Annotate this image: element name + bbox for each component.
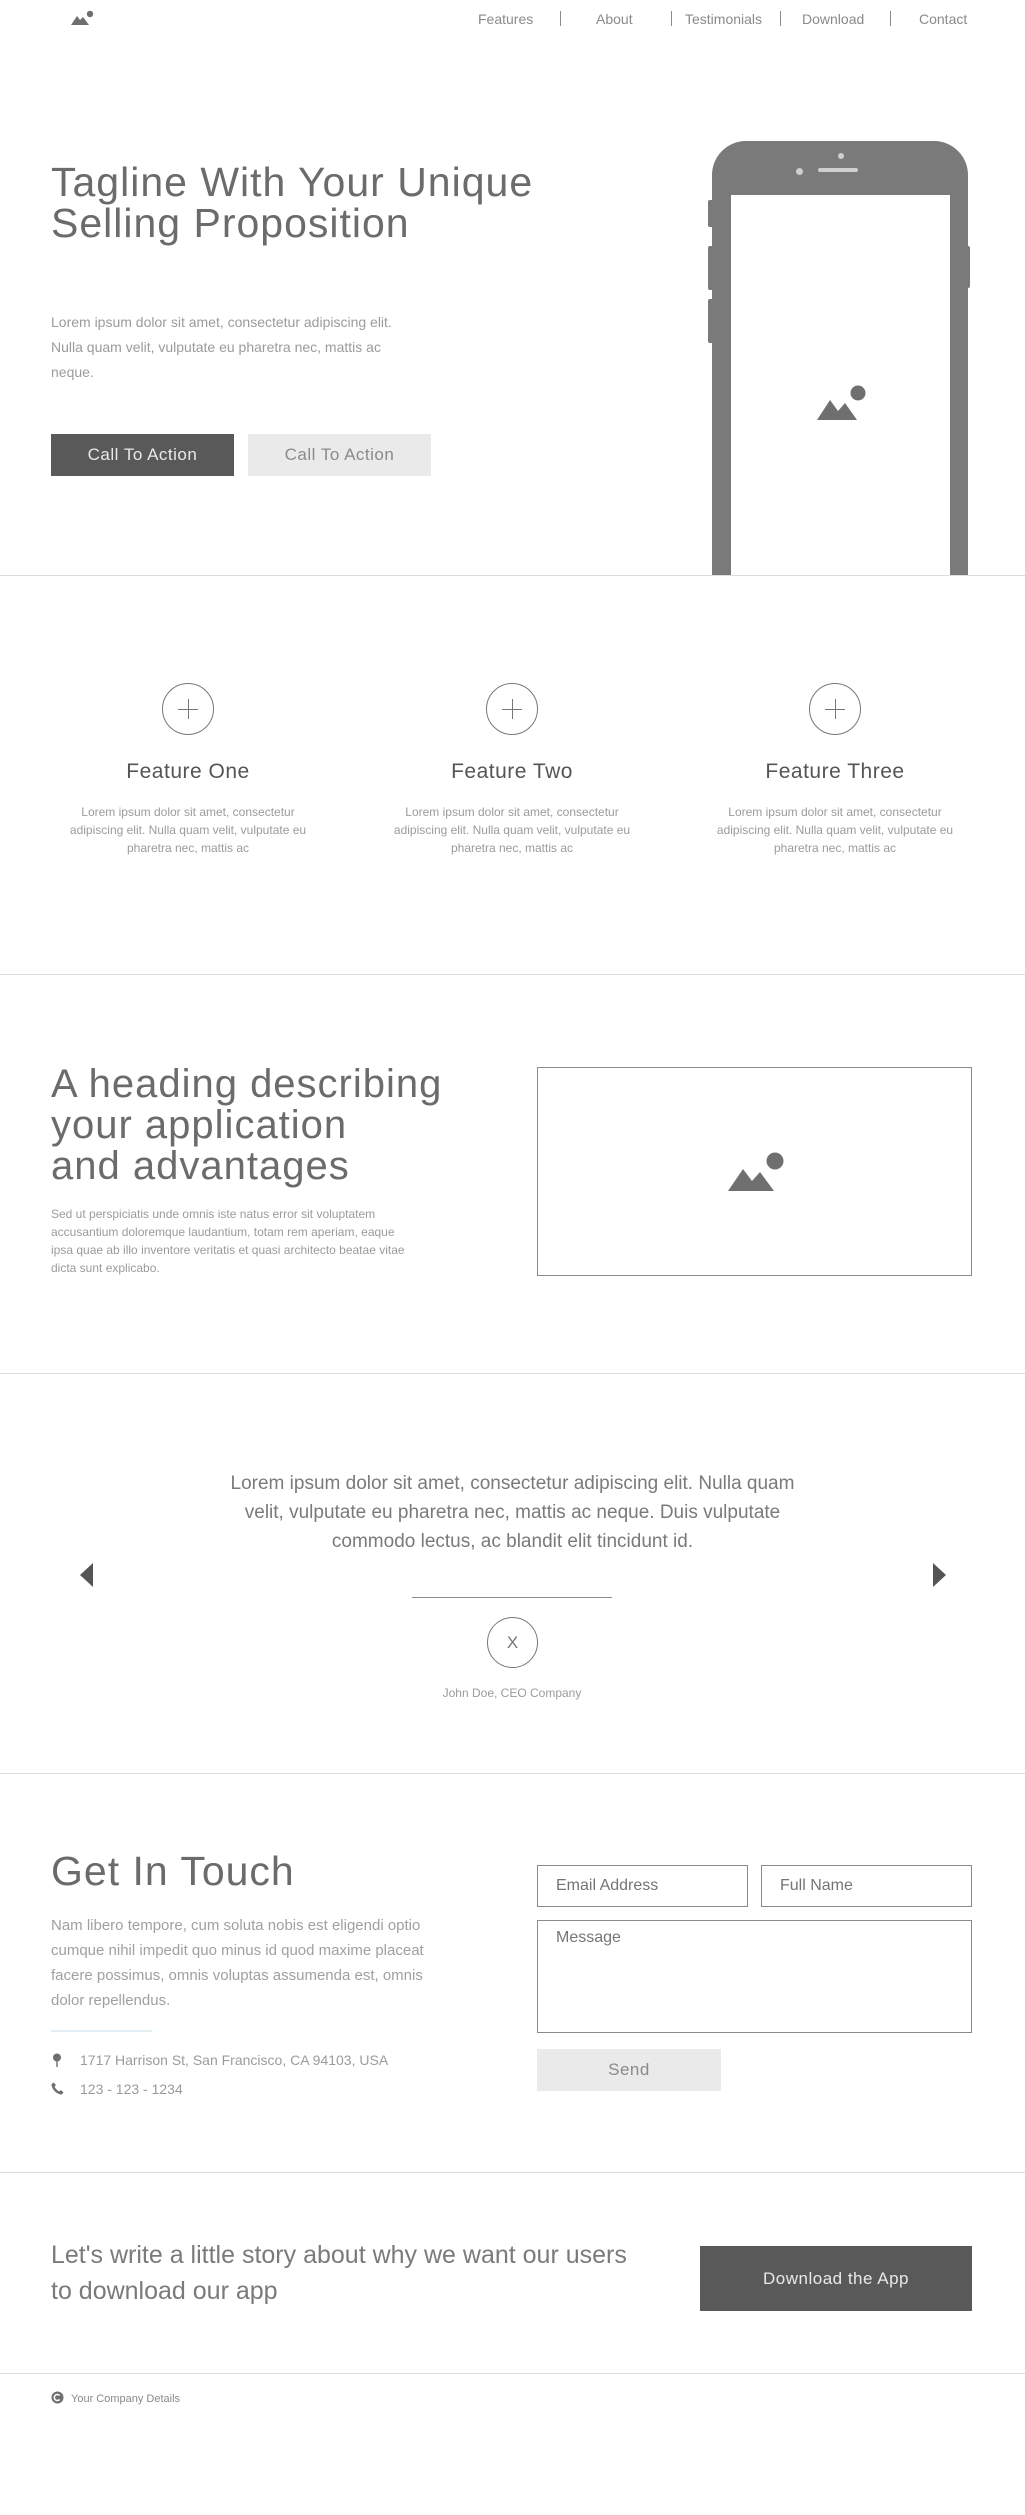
section-divider bbox=[0, 1773, 1025, 1774]
avatar: X bbox=[487, 1617, 538, 1668]
feature-description: Lorem ipsum dolor sit amet, consectetur … bbox=[716, 805, 954, 855]
phone-camera bbox=[796, 168, 803, 175]
hero-title-line: Selling Proposition bbox=[51, 200, 410, 246]
image-placeholder-icon bbox=[817, 385, 866, 420]
section-divider bbox=[0, 575, 1025, 576]
section-divider bbox=[0, 2373, 1025, 2374]
phone-side-button bbox=[708, 246, 714, 290]
app-heading-line: and advantages bbox=[51, 1144, 350, 1188]
message-field[interactable] bbox=[537, 1920, 972, 2033]
feature-description: Lorem ipsum dolor sit amet, consectetur … bbox=[393, 805, 631, 855]
hero-title-line: Tagline With Your Unique bbox=[51, 159, 534, 205]
copyright-icon bbox=[51, 2391, 64, 2404]
app-heading-line: your application bbox=[51, 1103, 348, 1147]
feature-title: Feature Two bbox=[451, 760, 573, 783]
call-to-action-secondary-button[interactable]: Call To Action bbox=[248, 434, 431, 476]
nav-about[interactable]: About bbox=[596, 11, 633, 27]
email-field[interactable] bbox=[537, 1865, 748, 1907]
contact-address: 1717 Harrison St, San Francisco, CA 9410… bbox=[80, 2052, 389, 2068]
phone-side-button bbox=[964, 246, 970, 288]
mountain-logo-icon[interactable] bbox=[70, 9, 96, 27]
hero-title: Tagline With Your Unique Selling Proposi… bbox=[51, 162, 611, 244]
phone-sensor bbox=[838, 153, 844, 159]
nav-divider bbox=[890, 11, 891, 26]
location-pin-icon bbox=[53, 2053, 61, 2067]
nav-divider bbox=[560, 11, 561, 26]
section-divider bbox=[0, 974, 1025, 975]
testimonial-author: John Doe, CEO Company bbox=[442, 1686, 582, 1700]
contact-phone: 123 - 123 - 1234 bbox=[80, 2081, 183, 2097]
download-app-button[interactable]: Download the App bbox=[700, 2246, 972, 2311]
nav-download[interactable]: Download bbox=[802, 11, 864, 27]
accent-underline bbox=[51, 2030, 152, 2032]
chevron-right-icon[interactable] bbox=[933, 1563, 946, 1587]
phone-speaker bbox=[818, 168, 858, 172]
contact-title: Get In Touch bbox=[51, 1848, 295, 1894]
section-divider bbox=[0, 1373, 1025, 1374]
phone-screen bbox=[731, 195, 950, 575]
full-name-field[interactable] bbox=[761, 1865, 972, 1907]
cta-text: Let's write a little story about why we … bbox=[51, 2241, 627, 2305]
feature-title: Feature Three bbox=[765, 760, 905, 783]
phone-icon bbox=[51, 2082, 64, 2095]
phone-mockup bbox=[712, 141, 968, 575]
nav-features[interactable]: Features bbox=[478, 11, 533, 27]
app-heading: A heading describing your application an… bbox=[51, 1064, 481, 1187]
feature-title: Feature One bbox=[126, 760, 250, 783]
nav-divider bbox=[671, 11, 672, 26]
app-image-placeholder bbox=[537, 1067, 972, 1276]
phone-side-button bbox=[708, 299, 714, 343]
send-button[interactable]: Send bbox=[537, 2049, 721, 2091]
plus-icon bbox=[162, 683, 214, 735]
nav-contact[interactable]: Contact bbox=[919, 11, 967, 27]
hero-description: Lorem ipsum dolor sit amet, consectetur … bbox=[51, 314, 392, 380]
testimonial-quote: Lorem ipsum dolor sit amet, consectetur … bbox=[230, 1473, 795, 1552]
contact-description: Nam libero tempore, cum soluta nobis est… bbox=[51, 1917, 424, 2009]
call-to-action-primary-button[interactable]: Call To Action bbox=[51, 434, 234, 476]
nav-divider bbox=[780, 11, 781, 26]
image-placeholder-icon bbox=[728, 1152, 784, 1191]
app-heading-line: A heading describing bbox=[51, 1062, 443, 1106]
app-description: Sed ut perspiciatis unde omnis iste natu… bbox=[51, 1207, 405, 1275]
chevron-left-icon[interactable] bbox=[80, 1563, 93, 1587]
nav-testimonials[interactable]: Testimonials bbox=[685, 11, 762, 27]
phone-side-button bbox=[708, 200, 714, 227]
footer-company-details[interactable]: Your Company Details bbox=[71, 2393, 180, 2405]
feature-description: Lorem ipsum dolor sit amet, consectetur … bbox=[69, 805, 307, 855]
testimonial-divider bbox=[412, 1597, 612, 1598]
plus-icon bbox=[809, 683, 861, 735]
section-divider bbox=[0, 2172, 1025, 2173]
plus-icon bbox=[486, 683, 538, 735]
